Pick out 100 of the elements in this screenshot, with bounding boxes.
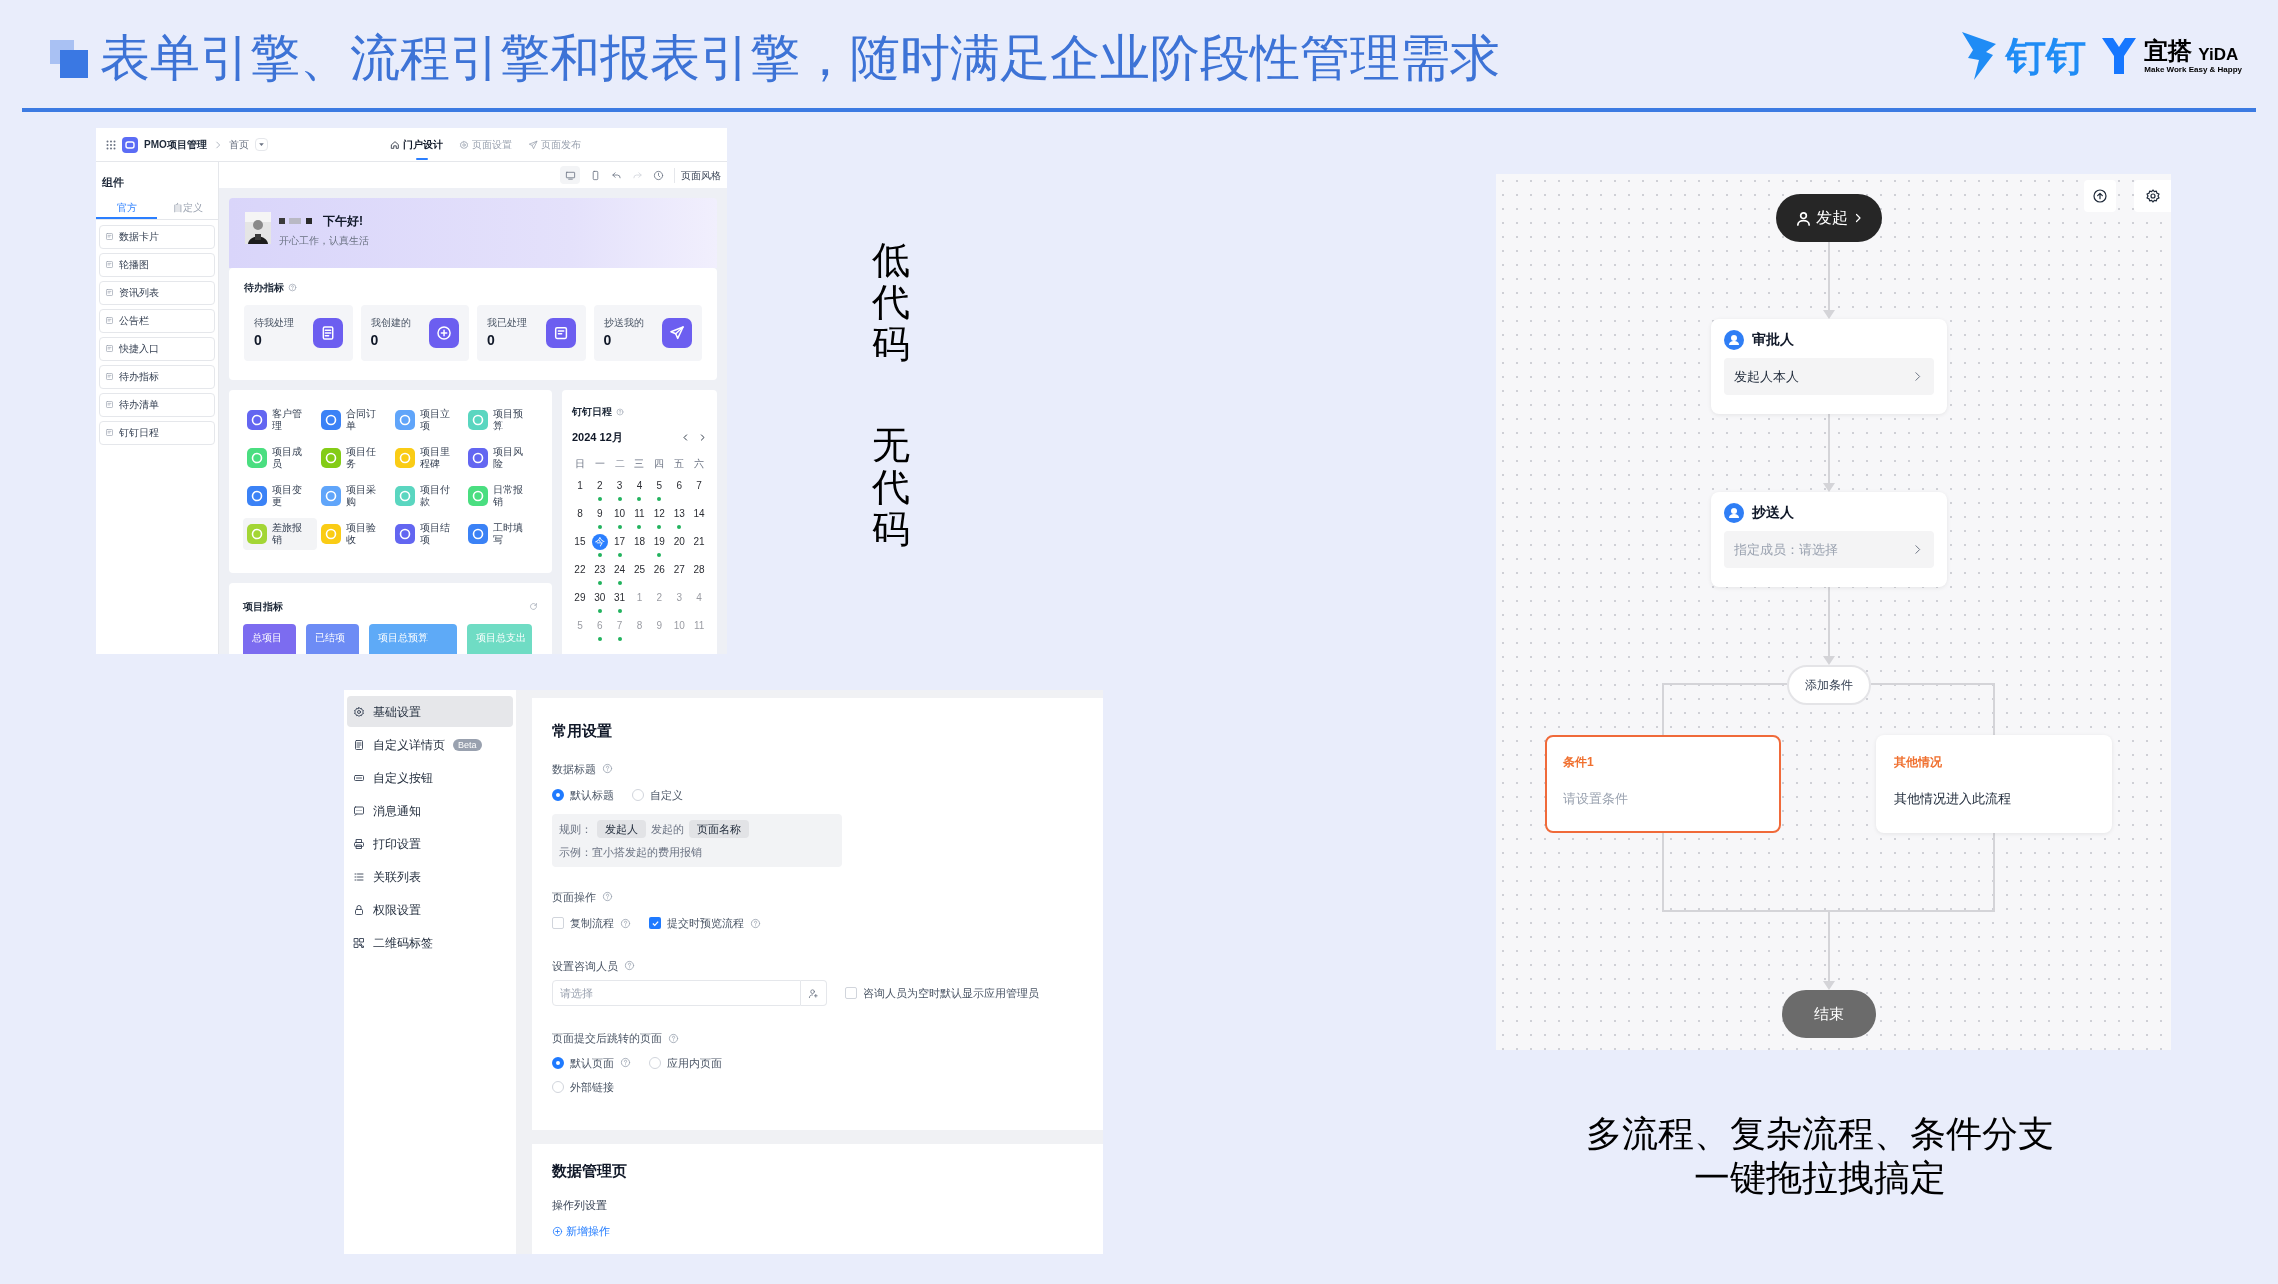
checkbox[interactable]	[845, 987, 857, 999]
next-icon[interactable]	[698, 432, 707, 442]
day-cell[interactable]: 26	[653, 561, 665, 578]
radio-option[interactable]: 应用内页面	[649, 1054, 722, 1071]
component-item[interactable]: 快捷入口	[99, 336, 215, 361]
weekday-label: 二	[613, 456, 626, 471]
component-item[interactable]: 公告栏	[99, 308, 215, 333]
day-cell[interactable]: 19	[653, 533, 665, 550]
day-cell[interactable]: 6	[676, 477, 682, 494]
upload-button[interactable]	[2084, 180, 2116, 212]
nav-item[interactable]: 二维码标签	[347, 927, 513, 958]
shortcut-item[interactable]: 项目变更	[243, 480, 317, 512]
shortcut-item[interactable]: 项目立项	[390, 404, 465, 436]
day-cell[interactable]: 15	[574, 533, 586, 550]
tab[interactable]: 官方	[96, 198, 157, 219]
metric-tile: 总项目	[243, 624, 296, 654]
nav-item[interactable]: 消息通知	[347, 795, 513, 826]
node-card[interactable]: 抄送人 指定成员：请选择	[1711, 492, 1947, 587]
style-button[interactable]: 页面风格	[674, 167, 721, 183]
day-cell[interactable]: 27	[673, 561, 685, 578]
day-cell[interactable]: 9	[597, 505, 603, 522]
day-cell[interactable]: 14	[693, 505, 705, 522]
settings-button[interactable]	[2134, 180, 2171, 212]
component-item[interactable]: 待办指标	[99, 364, 215, 389]
desktop-icon[interactable]	[560, 166, 580, 184]
day-cell[interactable]: 18	[633, 533, 646, 550]
shortcut-label: 项目采购	[345, 484, 377, 508]
nav-item[interactable]: 自定义按钮	[347, 762, 513, 793]
radio-option[interactable]: 自定义	[632, 787, 683, 804]
day-cell[interactable]: 10	[614, 505, 626, 522]
tab[interactable]: 门户设计	[386, 128, 447, 162]
checkbox[interactable]	[649, 917, 661, 930]
component-item[interactable]: 钉钉日程	[99, 420, 215, 445]
day-cell[interactable]: 20	[673, 533, 685, 550]
shortcut-item[interactable]: 项目里程碑	[390, 442, 465, 474]
nav-item[interactable]: 权限设置	[347, 894, 513, 925]
shortcut-item[interactable]: 客户管理	[243, 404, 317, 436]
shortcut-item[interactable]: 项目采购	[316, 480, 391, 512]
day-cell[interactable]: 25	[633, 561, 646, 578]
shortcut-label: 项目验收	[345, 522, 377, 546]
day-cell[interactable]: 3	[616, 477, 623, 494]
radio-option[interactable]: 默认页面	[552, 1054, 631, 1071]
previous-icon[interactable]	[681, 432, 690, 442]
day-cell[interactable]: 31	[614, 589, 626, 606]
dropdown-button[interactable]	[254, 138, 268, 151]
shortcut-item[interactable]: 日常报销	[464, 480, 538, 512]
component-item[interactable]: 数据卡片	[99, 224, 215, 249]
radio-button[interactable]	[552, 789, 564, 802]
add-person-button[interactable]	[801, 980, 827, 1006]
shortcut-item[interactable]: 项目预算	[464, 404, 538, 436]
day-cell[interactable]: 今	[591, 533, 608, 550]
shortcut-item[interactable]: 项目付款	[390, 480, 465, 512]
add-condition-button[interactable]: 添加条件	[1787, 665, 1871, 705]
day-cell[interactable]: 5	[656, 477, 663, 494]
branch-card[interactable]: 其他情况 其他情况进入此流程	[1876, 735, 2112, 833]
node-value-row[interactable]: 发起人本人	[1724, 358, 1934, 395]
weekday-label: 五	[673, 456, 686, 471]
shortcut-item[interactable]: 项目成员	[243, 442, 317, 474]
shortcut-item[interactable]: 差旅报销	[243, 518, 317, 550]
radio-option[interactable]: 默认标题	[552, 787, 614, 804]
day-cell[interactable]: 13	[673, 505, 685, 522]
lock-icon	[353, 903, 365, 916]
day-cell[interactable]: 8	[577, 505, 583, 522]
day-cell[interactable]: 30	[594, 589, 606, 606]
nav-item[interactable]: 关联列表	[347, 861, 513, 892]
node-card[interactable]: 审批人 发起人本人	[1711, 319, 1947, 414]
help-icon	[602, 891, 613, 903]
nav-item[interactable]: 基础设置	[347, 696, 513, 727]
day-cell[interactable]: 17	[614, 533, 626, 550]
shortcut-item[interactable]: 项目验收	[316, 518, 391, 550]
day-cell[interactable]: 28	[693, 561, 705, 578]
nav-item[interactable]: 自定义详情页 Beta	[347, 729, 513, 760]
day-cell[interactable]: 12	[653, 505, 665, 522]
day-cell[interactable]: 21	[693, 533, 705, 550]
day-cell[interactable]: 23	[594, 561, 606, 578]
day-cell[interactable]: 4	[636, 477, 643, 494]
radio-button[interactable]	[552, 1056, 564, 1069]
component-item[interactable]: 轮播图	[99, 252, 215, 277]
apps-icon[interactable]	[106, 139, 116, 150]
day-cell[interactable]: 22	[574, 561, 586, 578]
day-cell[interactable]: 11	[634, 505, 645, 522]
component-item[interactable]: 资讯列表	[99, 280, 215, 305]
shortcut-item[interactable]: 项目风险	[464, 442, 538, 474]
widget-icon	[105, 372, 114, 381]
add-link[interactable]: 新增操作	[552, 1223, 610, 1240]
day-cell[interactable]: 24	[614, 561, 626, 578]
component-item[interactable]: 待办清单	[99, 392, 215, 417]
day-cell[interactable]: 2	[597, 477, 603, 494]
shortcut-item[interactable]: 工时填写	[464, 518, 538, 550]
checkbox[interactable]	[552, 917, 564, 930]
day-cell[interactable]: 7	[696, 477, 702, 494]
nav-item[interactable]: 打印设置	[347, 828, 513, 859]
day-cell[interactable]: 1	[577, 477, 583, 494]
shortcut-item[interactable]: 合同订单	[316, 404, 391, 436]
shortcut-item[interactable]: 项目结项	[390, 518, 465, 550]
member-field[interactable]: 请选择	[552, 980, 801, 1006]
shortcut-item[interactable]: 项目任务	[316, 442, 391, 474]
start-node[interactable]: 发起	[1776, 194, 1882, 242]
day-cell[interactable]: 29	[574, 589, 586, 606]
radio-option[interactable]: 外部链接	[552, 1079, 614, 1096]
